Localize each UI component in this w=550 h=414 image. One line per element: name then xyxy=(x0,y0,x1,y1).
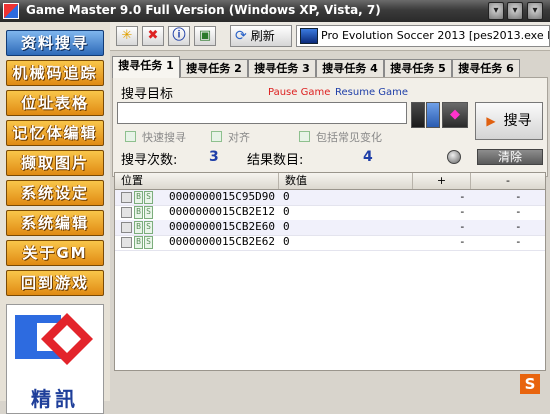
status-indicator xyxy=(447,150,461,164)
tab-search-2[interactable]: 搜寻任务 2 xyxy=(180,59,248,78)
results-header: 位置 数值 + - xyxy=(115,173,545,190)
column-plus[interactable]: + xyxy=(413,173,471,189)
sidebar-item-address-table[interactable]: 位址表格 xyxy=(6,90,104,116)
tab-search-5[interactable]: 搜寻任务 5 xyxy=(384,59,452,78)
fast-search-checkbox[interactable]: 快速搜寻 xyxy=(125,129,186,145)
brand-name: 精訊 xyxy=(31,387,79,411)
sun-icon[interactable]: ✳ xyxy=(116,26,138,46)
close-button[interactable]: ▾ xyxy=(527,2,543,20)
process-icon xyxy=(300,28,318,44)
sidebar-item-back-to-game[interactable]: 回到游戏 xyxy=(6,270,104,296)
process-selector[interactable]: Pro Evolution Soccer 2013 [pes2013.exe P… xyxy=(296,25,550,47)
resume-game-link[interactable]: Resume Game xyxy=(335,87,408,98)
row-checkbox[interactable] xyxy=(121,192,132,203)
save-icon[interactable]: ▣ xyxy=(194,26,216,46)
eraser-icon[interactable]: ◆ xyxy=(442,102,468,128)
search-input[interactable] xyxy=(117,102,407,124)
document-icon[interactable]: ⓘ xyxy=(168,26,190,46)
table-row[interactable]: BS 0000000015CB2E62 0 - - xyxy=(115,235,545,251)
brand-logo: 精訊 xyxy=(6,304,104,414)
row-checkbox[interactable] xyxy=(121,222,132,233)
sidebar-item-memory-edit[interactable]: 记忆体编辑 xyxy=(6,120,104,146)
app-icon xyxy=(3,3,19,19)
row-checkbox[interactable] xyxy=(121,237,132,248)
tab-search-1[interactable]: 搜寻任务 1 xyxy=(112,56,180,78)
logo-mark-icon xyxy=(15,313,93,365)
clear-button[interactable]: 清除 xyxy=(477,149,543,165)
sidebar-item-code-trace[interactable]: 机械码追踪 xyxy=(6,60,104,86)
tab-search-3[interactable]: 搜寻任务 3 xyxy=(248,59,316,78)
sidebar-item-about[interactable]: 关于GM xyxy=(6,240,104,266)
minimize-button[interactable]: ▾ xyxy=(488,2,504,20)
result-count-label: 结果数目: xyxy=(247,153,304,168)
tab-search-4[interactable]: 搜寻任务 4 xyxy=(316,59,384,78)
pause-game-link[interactable]: Pause Game xyxy=(268,87,330,98)
column-address[interactable]: 位置 xyxy=(115,173,279,189)
search-tabs: 搜寻任务 1 搜寻任务 2 搜寻任务 3 搜寻任务 4 搜寻任务 5 搜寻任务 … xyxy=(112,56,550,78)
search-count-value: 3 xyxy=(209,149,219,165)
lightning-icon[interactable] xyxy=(426,102,440,128)
include-variations-checkbox[interactable]: 包括常见变化 xyxy=(299,129,382,145)
search-target-label: 搜寻目标 xyxy=(121,87,174,102)
search-panel: 搜寻目标 Pause Game Resume Game ◆ ▶ 搜寻 快速搜寻 对… xyxy=(112,77,548,177)
refresh-icon: ⟳ xyxy=(235,28,247,44)
sidebar-item-settings[interactable]: 系统设定 xyxy=(6,180,104,206)
result-count-value: 4 xyxy=(363,149,373,165)
column-value[interactable]: 数值 xyxy=(279,173,413,189)
sidebar-item-search[interactable]: 资料搜寻 xyxy=(6,30,104,56)
sidebar-item-system-edit[interactable]: 系统编辑 xyxy=(6,210,104,236)
table-row[interactable]: BS 0000000015C95D90 0 - - xyxy=(115,190,545,206)
column-minus[interactable]: - xyxy=(471,173,545,189)
toolbar: ✳ ✖ ⓘ ▣ ⟳ 刷新 Pro Evolution Soccer 2013 [p… xyxy=(110,22,550,51)
value-type-button[interactable] xyxy=(411,102,425,128)
delete-icon[interactable]: ✖ xyxy=(142,26,164,46)
sidebar-item-screenshot[interactable]: 撷取图片 xyxy=(6,150,104,176)
play-icon: ▶ xyxy=(486,114,496,128)
refresh-button[interactable]: ⟳ 刷新 xyxy=(230,25,292,47)
window-title: Game Master 9.0 Full Version (Windows XP… xyxy=(26,3,381,17)
sidebar: 资料搜寻 机械码追踪 位址表格 记忆体编辑 撷取图片 系统设定 系统编辑 关于G… xyxy=(0,22,110,414)
search-count-label: 搜寻次数: xyxy=(121,153,178,168)
watermark-s-icon: S xyxy=(520,374,540,394)
title-bar: Game Master 9.0 Full Version (Windows XP… xyxy=(0,0,550,23)
row-checkbox[interactable] xyxy=(121,207,132,218)
tab-search-6[interactable]: 搜寻任务 6 xyxy=(452,59,520,78)
align-checkbox[interactable]: 对齐 xyxy=(211,129,250,145)
table-row[interactable]: BS 0000000015CB2E60 0 - - xyxy=(115,220,545,236)
maximize-button[interactable]: ▾ xyxy=(507,2,523,20)
results-table: 位置 数值 + - BS 0000000015C95D90 0 - - BS 0… xyxy=(114,172,546,371)
table-row[interactable]: BS 0000000015CB2E12 0 - - xyxy=(115,205,545,221)
search-button[interactable]: ▶ 搜寻 xyxy=(475,102,543,140)
